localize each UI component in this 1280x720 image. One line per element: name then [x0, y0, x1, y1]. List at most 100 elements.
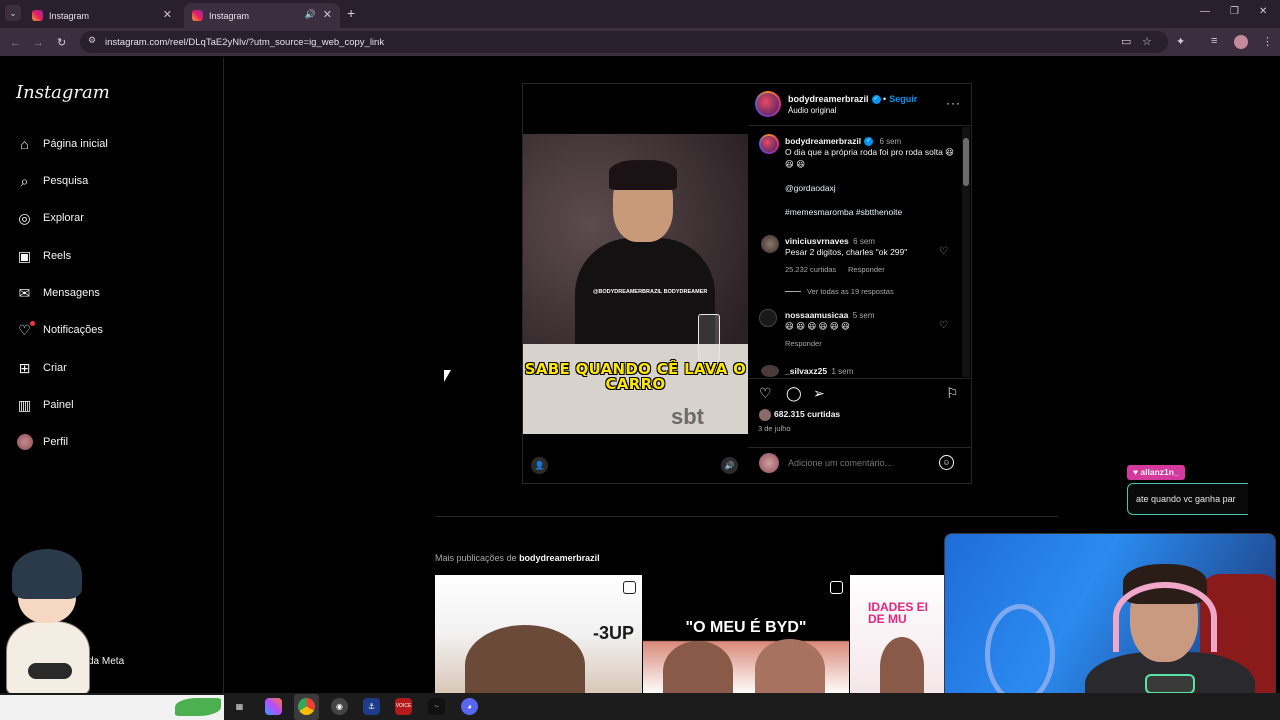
- audio-link[interactable]: Áudio original: [788, 106, 836, 115]
- post-thumbnail[interactable]: IDADES EI DE MU: [850, 575, 946, 694]
- app-icon[interactable]: ⚓: [363, 698, 380, 715]
- discord-icon[interactable]: ◕: [461, 698, 478, 715]
- like-icon[interactable]: ♡: [759, 385, 772, 402]
- heart-icon: ♡: [16, 320, 35, 339]
- post-thumbnail[interactable]: -3UP: [435, 575, 642, 694]
- section-divider: [435, 516, 1058, 517]
- thumbnail-person: [755, 639, 825, 694]
- scrollbar-thumb[interactable]: [963, 138, 969, 186]
- sidebar-item-search[interactable]: ⌕ Pesquisa: [16, 171, 89, 191]
- minimize-icon[interactable]: —: [1200, 6, 1210, 17]
- tagged-user-icon[interactable]: 👤: [531, 457, 548, 474]
- post-avatar[interactable]: [759, 134, 779, 154]
- volume-icon[interactable]: 🔊: [721, 457, 738, 474]
- like-comment-icon[interactable]: ♡: [939, 320, 948, 331]
- comment-username[interactable]: viniciusvrnaves: [785, 236, 849, 246]
- url-text[interactable]: instagram.com/reel/DLqTaE2yNlv/?utm_sour…: [105, 37, 384, 48]
- extensions-icon[interactable]: ✦: [1176, 35, 1185, 48]
- task-view-icon[interactable]: ▦: [231, 698, 248, 715]
- thumbnail-text: IDADES EI DE MU: [868, 600, 929, 626]
- copilot-icon[interactable]: [265, 698, 282, 715]
- obs-icon[interactable]: ◉: [331, 698, 348, 715]
- cast-icon[interactable]: ▭: [1121, 35, 1131, 48]
- emoji-icon[interactable]: ☺: [939, 455, 954, 470]
- menu-icon[interactable]: ⋮: [1262, 35, 1273, 48]
- bookmark-star-icon[interactable]: ☆: [1142, 35, 1152, 48]
- more-posts-username[interactable]: bodydreamerbrazil: [519, 553, 600, 563]
- sidebar-item-create[interactable]: ⊞ Criar: [16, 358, 67, 378]
- author-avatar[interactable]: [755, 91, 781, 117]
- back-icon[interactable]: ←: [10, 37, 21, 49]
- mention-link[interactable]: @gordaodaxj: [785, 182, 836, 194]
- forward-icon[interactable]: →: [33, 37, 44, 49]
- post-caption: O dia que a própria roda foi pro roda so…: [785, 147, 955, 169]
- sidebar-item-home[interactable]: ⌂ Página inicial: [16, 134, 108, 154]
- browser-tab[interactable]: Instagram ✕: [24, 3, 180, 28]
- sidebar-item-label: Explorar: [43, 212, 84, 224]
- post-thumbnail[interactable]: "O MEU É BYD": [643, 575, 849, 694]
- tab-search-button[interactable]: ⌄: [5, 5, 21, 21]
- hashtags-link[interactable]: #memesmaromba #sbtthenoite: [785, 206, 902, 218]
- comment-text: Pesar 2 digitos, charles "ok 299": [785, 247, 908, 257]
- voicemod-icon[interactable]: VOICE: [395, 698, 412, 715]
- sidebar-item-label: Notificações: [43, 324, 103, 336]
- comment-username[interactable]: nossaamusicaa: [785, 310, 848, 320]
- browser-tab-active[interactable]: Instagram 🔊 ✕: [184, 3, 340, 28]
- close-tab-icon[interactable]: ✕: [163, 8, 172, 21]
- sidebar-item-reels[interactable]: ▣ Reels: [16, 246, 71, 266]
- profile-avatar[interactable]: [1234, 35, 1248, 49]
- sidebar-item-dashboard[interactable]: ▥ Painel: [16, 395, 74, 415]
- sidebar-item-explore[interactable]: ◎ Explorar: [16, 208, 84, 228]
- instagram-logo[interactable]: Instagram: [16, 82, 110, 103]
- reel-video[interactable]: @BODYDREAMERBRAZIL BODYDREAMER SABE QUAN…: [523, 84, 748, 483]
- share-icon[interactable]: ➢: [813, 385, 825, 402]
- view-replies-link[interactable]: Ver todas as 19 respostas: [807, 287, 894, 296]
- commenter-avatar[interactable]: [759, 309, 777, 327]
- speaker-icon[interactable]: 🔊: [305, 9, 316, 20]
- sidebar-item-profile[interactable]: Perfil: [16, 432, 68, 452]
- app-icon[interactable]: ~: [428, 698, 445, 715]
- post-username[interactable]: bodydreamerbrazil: [785, 136, 861, 146]
- reply-button[interactable]: Responder: [848, 265, 885, 274]
- reply-button[interactable]: Responder: [785, 339, 822, 348]
- sidebar-item-label: Perfil: [43, 436, 69, 448]
- post-header: [748, 84, 971, 126]
- separator: •: [883, 94, 887, 104]
- comment-username[interactable]: _silvaxz25: [785, 366, 827, 376]
- chrome-icon[interactable]: [298, 698, 315, 715]
- likes-count[interactable]: 682.315 curtidas: [774, 409, 840, 419]
- like-comment-icon[interactable]: ♡: [939, 246, 948, 257]
- reload-icon[interactable]: ↻: [57, 36, 66, 49]
- more-options-icon[interactable]: ···: [946, 96, 961, 110]
- comment-input[interactable]: [788, 458, 928, 468]
- reel-icon: [623, 581, 636, 594]
- comment-icon[interactable]: ◯: [786, 385, 802, 402]
- site-info-icon[interactable]: ⚙: [88, 35, 96, 46]
- video-badge: @BODYDREAMERBRAZIL BODYDREAMER: [593, 289, 708, 295]
- author-username[interactable]: bodydreamerbrazil: [788, 94, 869, 104]
- restore-icon[interactable]: ❐: [1230, 6, 1239, 17]
- save-icon[interactable]: ⚐: [946, 385, 959, 402]
- media-control-icon[interactable]: ≡: [1211, 35, 1217, 47]
- sidebar-item-notifications[interactable]: ♡ Notificações: [16, 320, 103, 340]
- close-tab-icon[interactable]: ✕: [323, 8, 332, 21]
- avatar-icon: [16, 434, 33, 451]
- instagram-favicon: [192, 10, 203, 21]
- thumbnail-text: -3UP: [593, 623, 635, 643]
- sbt-logo: sbt: [671, 404, 704, 429]
- close-window-icon[interactable]: ✕: [1259, 6, 1267, 17]
- comment-likes[interactable]: 25.232 curtidas: [785, 265, 836, 274]
- new-tab-button[interactable]: +: [347, 5, 355, 21]
- more-posts-prefix: Mais publicações de: [435, 553, 517, 563]
- messenger-icon: ✉: [18, 284, 31, 301]
- post-date: 3 de julho: [758, 424, 791, 433]
- verified-icon: ✓: [871, 95, 881, 105]
- commenter-avatar[interactable]: [761, 235, 779, 253]
- video-glass: [698, 314, 720, 364]
- home-icon: ⌂: [20, 136, 29, 152]
- sidebar-item-label: Mensagens: [43, 287, 100, 299]
- follow-button[interactable]: Seguir: [889, 94, 917, 104]
- commenter-avatar[interactable]: [761, 365, 779, 377]
- sidebar-item-messages[interactable]: ✉ Mensagens: [16, 283, 100, 303]
- thumbnail-person: [663, 641, 733, 694]
